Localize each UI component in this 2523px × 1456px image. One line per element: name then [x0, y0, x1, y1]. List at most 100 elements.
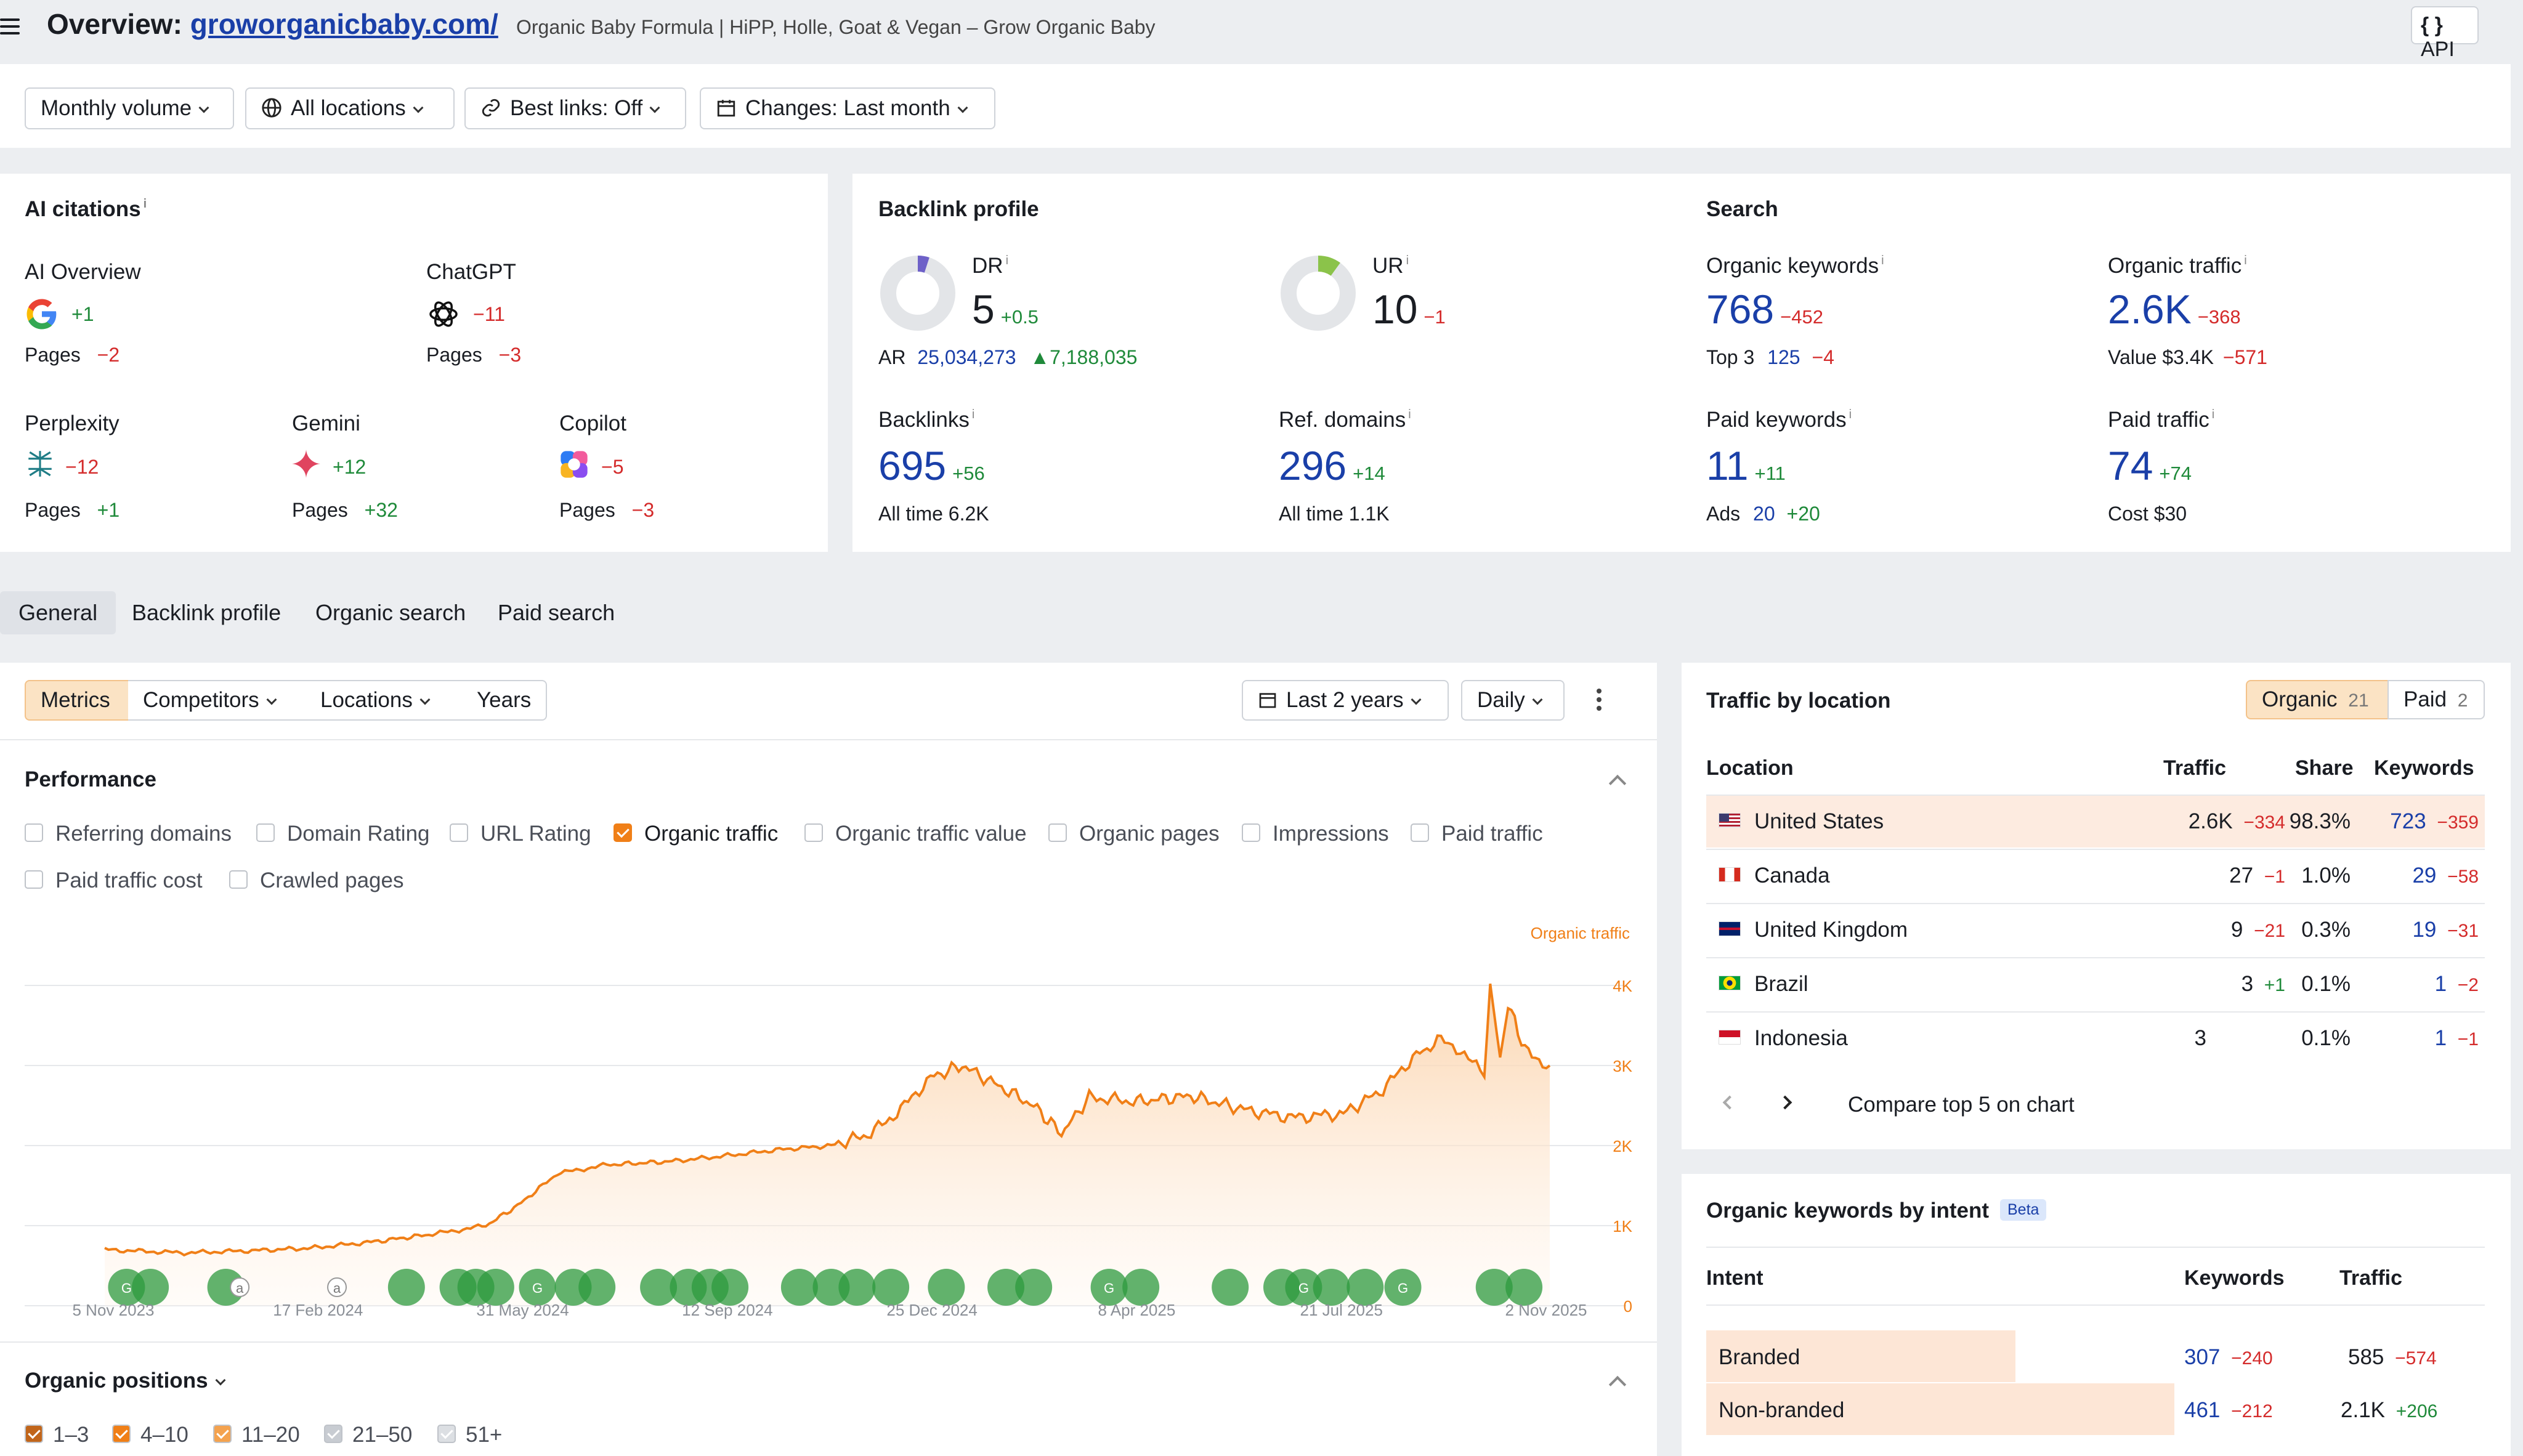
range-dropdown[interactable]: Last 2 years	[1242, 680, 1449, 721]
checkbox-domain-rating[interactable]: Domain Rating	[256, 822, 430, 846]
location-row-canada[interactable]: Canada	[1719, 863, 1830, 888]
event-marker[interactable]: a	[327, 1277, 347, 1297]
event-marker[interactable]	[1313, 1269, 1350, 1306]
location-row-brazil[interactable]: Brazil	[1719, 972, 1808, 997]
checkbox-crawled-pages[interactable]: Crawled pages	[229, 868, 403, 893]
keywords-us[interactable]: 723 −359	[2353, 809, 2479, 834]
event-marker[interactable]	[477, 1269, 514, 1306]
event-marker[interactable]	[1212, 1269, 1249, 1306]
menu-icon[interactable]	[0, 18, 20, 34]
divider	[1706, 849, 2485, 850]
toggle-organic[interactable]: Organic 21	[2246, 680, 2389, 719]
segment-metrics[interactable]: Metrics	[25, 680, 129, 721]
organic-traffic-value[interactable]: 2.6K −368	[2108, 286, 2241, 333]
changes-dropdown[interactable]: Changes: Last month	[700, 87, 995, 129]
location-row-uk[interactable]: United Kingdom	[1719, 918, 1908, 942]
event-marker[interactable]: G	[519, 1269, 556, 1306]
backlink-profile-title: Backlink profile	[878, 197, 1039, 221]
position-11-20[interactable]: 11–20	[213, 1423, 300, 1447]
volume-dropdown[interactable]: Monthly volume	[25, 87, 234, 129]
organic-positions-title[interactable]: Organic positions	[25, 1369, 226, 1393]
organic-keywords-value[interactable]: 768 −452	[1706, 286, 1823, 333]
ref-domains-value[interactable]: 296 +14	[1279, 442, 1385, 489]
event-marker[interactable]	[711, 1269, 749, 1306]
checkbox-paid-traffic[interactable]: Paid traffic	[1411, 822, 1543, 846]
location-row-indonesia[interactable]: Indonesia	[1719, 1026, 1848, 1051]
keywords-canada[interactable]: 29 −58	[2353, 863, 2479, 888]
col-location[interactable]: Location	[1706, 756, 1794, 780]
event-marker[interactable]	[387, 1269, 425, 1306]
event-marker[interactable]	[1505, 1269, 1543, 1306]
event-marker[interactable]	[872, 1269, 910, 1306]
checkbox-referring-domains[interactable]: Referring domains	[25, 822, 232, 846]
api-button[interactable]: { } API	[2411, 6, 2479, 61]
copilot-pages: Pages −3	[559, 499, 655, 521]
col-keywords[interactable]: Keywords	[2374, 756, 2474, 780]
paid-keywords-value[interactable]: 11 +11	[1706, 442, 1786, 489]
location-row-us[interactable]: United States	[1719, 809, 1884, 834]
col-traffic[interactable]: Traffic	[2163, 756, 2226, 780]
toggle-paid[interactable]: Paid 2	[2387, 680, 2485, 719]
share-us: 98.3%	[2289, 809, 2351, 833]
segment-competitors[interactable]: Competitors	[128, 680, 307, 721]
domain-link[interactable]: groworganicbaby.com/	[190, 8, 498, 40]
event-marker[interactable]	[1015, 1269, 1053, 1306]
position-51-plus[interactable]: 51+	[437, 1423, 502, 1447]
event-marker[interactable]	[928, 1269, 965, 1306]
checkbox-impressions[interactable]: Impressions	[1242, 822, 1389, 846]
branded-keywords[interactable]: 307 −240	[2184, 1345, 2273, 1370]
checkbox-organic-traffic[interactable]: Organic traffic	[614, 822, 778, 846]
share-uk: 0.3%	[2301, 918, 2351, 942]
svg-text:G: G	[1398, 1280, 1408, 1296]
event-marker[interactable]: G	[1090, 1269, 1128, 1306]
calendar-icon	[717, 100, 735, 116]
event-marker[interactable]: a	[230, 1277, 250, 1297]
event-marker[interactable]	[780, 1269, 818, 1306]
event-marker[interactable]	[1122, 1269, 1160, 1306]
x-tick-label: 8 Apr 2025	[1098, 1301, 1176, 1319]
col-intent[interactable]: Intent	[1706, 1266, 1764, 1290]
perplexity-label: Perplexity	[25, 411, 119, 435]
share-canada: 1.0%	[2301, 863, 2351, 888]
intent-non-branded[interactable]: Non-branded	[1719, 1398, 1844, 1423]
event-marker[interactable]	[838, 1269, 876, 1306]
non-branded-keywords[interactable]: 461 −212	[2184, 1398, 2273, 1423]
checkbox-url-rating[interactable]: URL Rating	[450, 822, 591, 846]
keywords-indonesia[interactable]: 1 −1	[2353, 1026, 2479, 1051]
x-tick-label: 12 Sep 2024	[682, 1301, 772, 1319]
traffic-brazil: 3 +1	[2241, 972, 2285, 996]
locations-dropdown[interactable]: All locations	[245, 87, 455, 129]
position-4-10[interactable]: 4–10	[112, 1423, 188, 1447]
tab-backlink-profile[interactable]: Backlink profile	[113, 591, 299, 634]
tab-paid-search[interactable]: Paid search	[479, 591, 633, 634]
organic-traffic-label: Organic traffic i	[2108, 254, 2247, 278]
intent-branded[interactable]: Branded	[1719, 1345, 1800, 1370]
event-marker[interactable]: G	[1384, 1269, 1422, 1306]
perplexity-pages: Pages +1	[25, 499, 120, 521]
more-options-icon[interactable]	[1597, 689, 1602, 711]
checkbox-organic-pages[interactable]: Organic pages	[1048, 822, 1220, 846]
event-marker[interactable]	[1347, 1269, 1384, 1306]
col-intent-keywords[interactable]: Keywords	[2184, 1266, 2285, 1290]
col-share[interactable]: Share	[2295, 756, 2354, 780]
ads-metric: Ads 20 +20	[1706, 503, 1820, 525]
granularity-dropdown[interactable]: Daily	[1461, 680, 1565, 721]
paid-traffic-value[interactable]: 74 +74	[2108, 442, 2192, 489]
col-intent-traffic[interactable]: Traffic	[2339, 1266, 2402, 1290]
keywords-brazil[interactable]: 1 −2	[2353, 972, 2479, 997]
keywords-uk[interactable]: 19 −31	[2353, 918, 2479, 942]
position-21-50[interactable]: 21–50	[324, 1423, 412, 1447]
compare-top5-link[interactable]: Compare top 5 on chart	[1848, 1093, 2075, 1117]
segment-locations[interactable]: Locations	[306, 680, 463, 721]
tab-organic-search[interactable]: Organic search	[297, 591, 484, 634]
event-marker[interactable]	[132, 1269, 169, 1306]
backlinks-value[interactable]: 695 +56	[878, 442, 985, 489]
segment-years[interactable]: Years	[462, 680, 547, 721]
position-1-3[interactable]: 1–3	[25, 1423, 89, 1447]
tab-general[interactable]: General	[0, 591, 116, 634]
event-marker[interactable]	[578, 1269, 616, 1306]
checkbox-paid-traffic-cost[interactable]: Paid traffic cost	[25, 868, 203, 893]
best-links-dropdown[interactable]: Best links: Off	[464, 87, 686, 129]
traffic-us: 2.6K −334	[2188, 809, 2285, 833]
checkbox-organic-traffic-value[interactable]: Organic traffic value	[804, 822, 1027, 846]
